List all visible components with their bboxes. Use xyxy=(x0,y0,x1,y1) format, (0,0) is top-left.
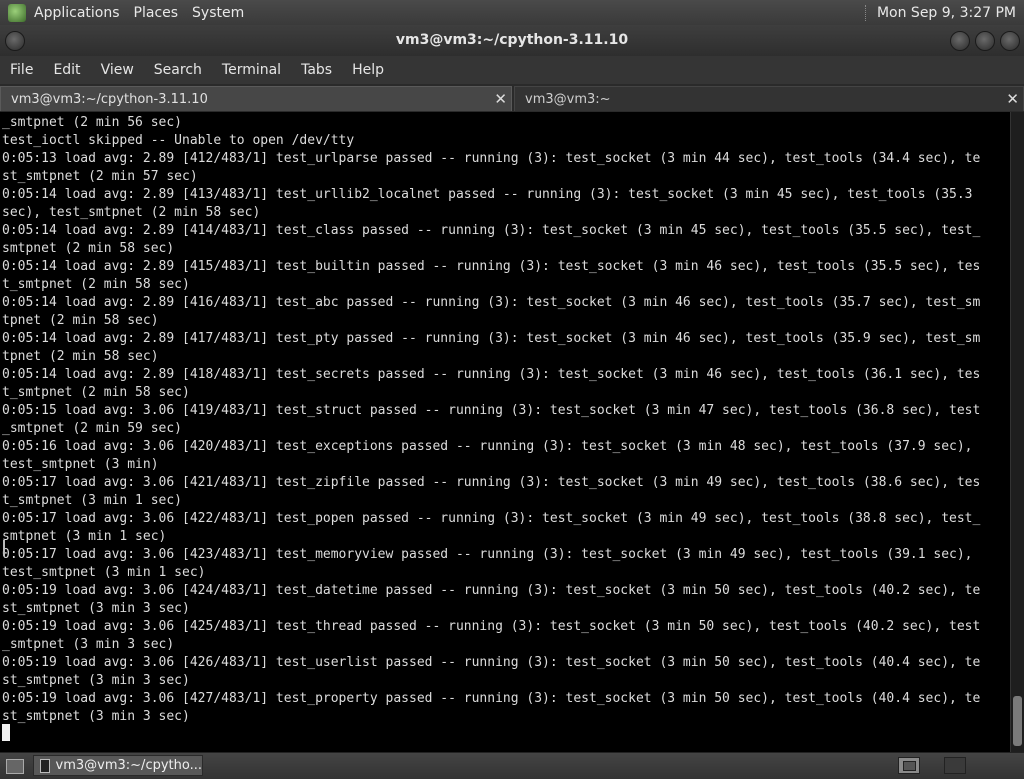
minimize-button[interactable] xyxy=(950,31,970,51)
close-button[interactable] xyxy=(1000,31,1020,51)
workspace-window-thumbnail xyxy=(903,761,916,771)
terminal-output: _smtpnet (2 min 56 sec) test_ioctl skipp… xyxy=(2,115,981,724)
places-menu[interactable]: Places xyxy=(134,5,179,21)
system-menu[interactable]: System xyxy=(192,5,244,21)
top-panel: Applications Places System Mon Sep 9, 3:… xyxy=(0,0,1024,26)
menu-file[interactable]: File xyxy=(0,62,43,78)
menu-terminal[interactable]: Terminal xyxy=(212,62,291,78)
menu-view[interactable]: View xyxy=(91,62,144,78)
tab-cpython[interactable]: vm3@vm3:~/cpython-3.11.10 ✕ xyxy=(0,86,512,111)
workspace-2[interactable] xyxy=(944,757,966,774)
taskbar-window-label: vm3@vm3:~/cpytho... xyxy=(55,758,202,773)
window-title: vm3@vm3:~/cpython-3.11.10 xyxy=(395,32,629,48)
applications-menu[interactable]: Applications xyxy=(34,5,120,21)
terminal-scrollbar[interactable] xyxy=(1010,112,1024,752)
workspace-1[interactable] xyxy=(898,757,920,774)
terminal-cursor xyxy=(2,724,10,741)
taskbar-window-button[interactable]: vm3@vm3:~/cpytho... xyxy=(33,755,203,776)
maximize-button[interactable] xyxy=(975,31,995,51)
applications-icon[interactable] xyxy=(8,3,26,22)
menubar: File Edit View Search Terminal Tabs Help xyxy=(0,56,1024,84)
bottom-panel: vm3@vm3:~/cpytho... xyxy=(0,752,1024,779)
tab-bar: vm3@vm3:~/cpython-3.11.10 ✕ vm3@vm3:~ ✕ xyxy=(0,84,1024,112)
menu-tabs[interactable]: Tabs xyxy=(291,62,342,78)
tab-close-icon[interactable]: ✕ xyxy=(1006,90,1019,108)
terminal-area[interactable]: _smtpnet (2 min 56 sec) test_ioctl skipp… xyxy=(0,112,1010,752)
terminal-icon xyxy=(40,758,50,773)
menu-search[interactable]: Search xyxy=(144,62,212,78)
scrollbar-thumb[interactable] xyxy=(1013,696,1022,746)
mouse-ibeam-icon xyxy=(3,540,5,556)
show-desktop-icon[interactable] xyxy=(6,759,24,774)
window-titlebar[interactable]: vm3@vm3:~/cpython-3.11.10 xyxy=(0,25,1024,56)
menu-edit[interactable]: Edit xyxy=(43,62,90,78)
menu-help[interactable]: Help xyxy=(342,62,394,78)
panel-separator xyxy=(864,4,869,21)
tab-label: vm3@vm3:~ xyxy=(525,91,611,107)
tab-home[interactable]: vm3@vm3:~ ✕ xyxy=(514,86,1024,111)
tab-close-icon[interactable]: ✕ xyxy=(494,90,507,108)
panel-right-area: Mon Sep 9, 3:27 PM xyxy=(864,0,1016,25)
tab-label: vm3@vm3:~/cpython-3.11.10 xyxy=(11,91,208,107)
clock[interactable]: Mon Sep 9, 3:27 PM xyxy=(877,5,1016,21)
